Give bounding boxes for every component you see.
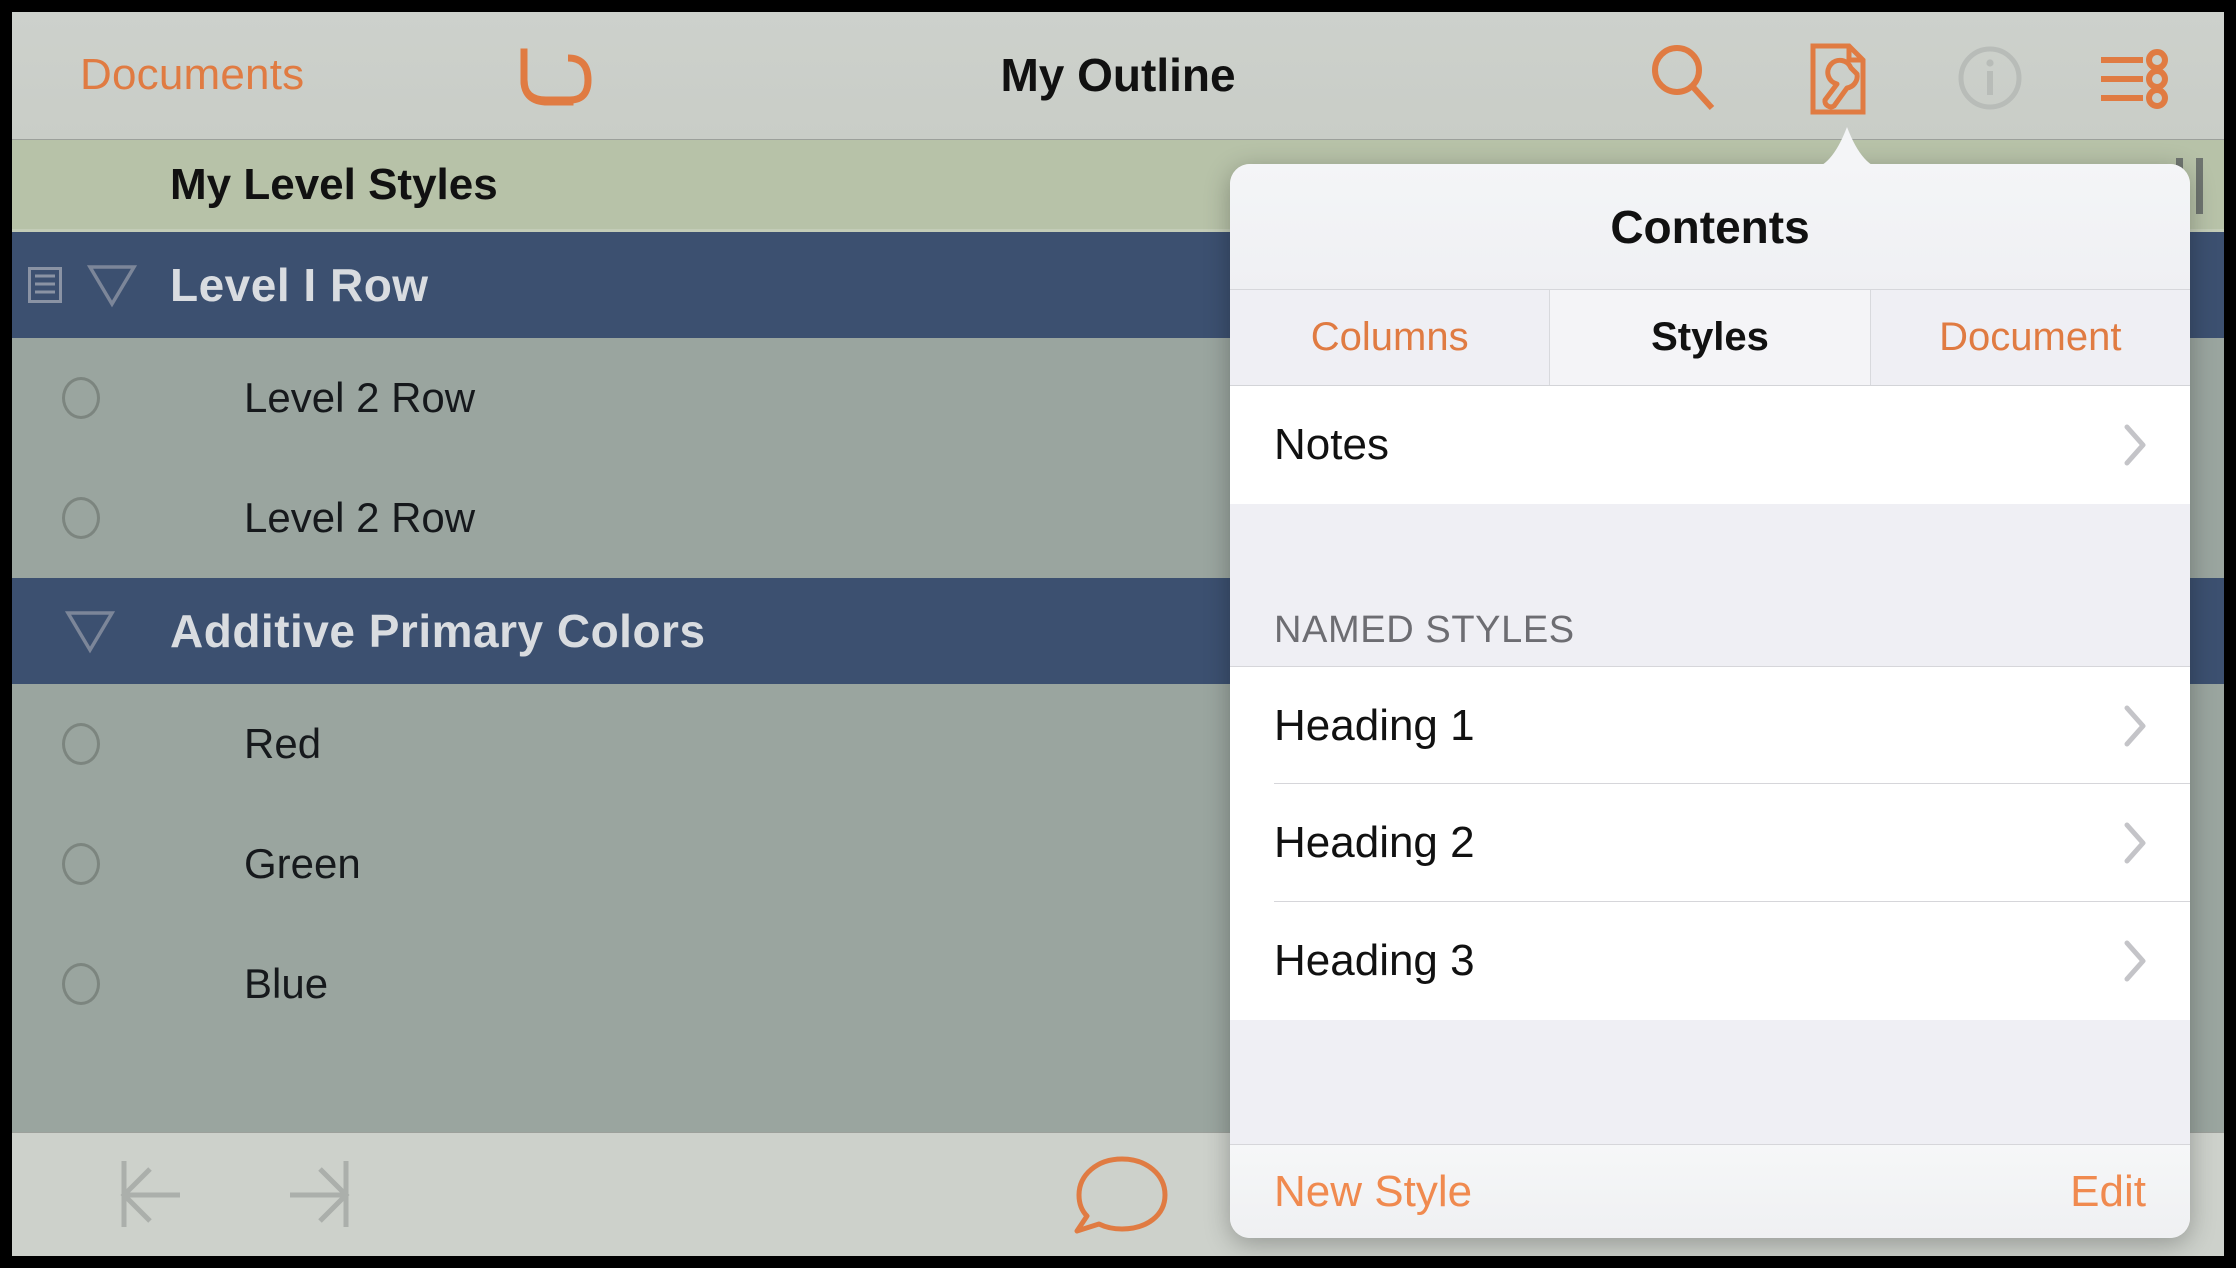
- info-button[interactable]: [1950, 38, 2030, 118]
- document-wrench-icon: [1810, 43, 1866, 115]
- indent-arrow-icon: [290, 1161, 350, 1227]
- comment-button[interactable]: [1067, 1153, 1177, 1234]
- outline-row-label: Red: [244, 720, 322, 767]
- styles-list[interactable]: Notes NAMED STYLES Heading 1 Heading 2 H…: [1230, 386, 2190, 1144]
- popover-header: Contents: [1230, 164, 2190, 290]
- chevron-right-icon: [2124, 940, 2146, 982]
- list-settings-icon: [2101, 49, 2168, 109]
- outline-row-label: Level 2 Row: [244, 374, 476, 421]
- list-item-notes[interactable]: Notes: [1230, 386, 2190, 504]
- list-item-heading-3[interactable]: Heading 3: [1230, 902, 2190, 1020]
- tab-columns[interactable]: Columns: [1230, 290, 1551, 385]
- note-lines-icon[interactable]: [28, 267, 62, 303]
- outline-row-label: Level 2 Row: [244, 494, 476, 541]
- popover-title: Contents: [1610, 200, 1810, 253]
- outline-row-label: Level I Row: [170, 259, 429, 311]
- popover-tab-bar: Columns Styles Document: [1230, 290, 2190, 386]
- disclosure-triangle-down-icon[interactable]: [86, 262, 138, 308]
- chevron-right-icon: [2124, 822, 2146, 864]
- list-item-heading-1[interactable]: Heading 1: [1230, 666, 2190, 784]
- search-icon: [1652, 45, 1715, 111]
- indent-button[interactable]: [252, 1155, 362, 1233]
- view-options-button[interactable]: [2095, 38, 2175, 118]
- list-item-label: Heading 2: [1274, 818, 1475, 867]
- circle-bullet-icon[interactable]: [62, 843, 100, 885]
- new-style-button[interactable]: New Style: [1274, 1167, 1472, 1217]
- circle-bullet-icon[interactable]: [62, 963, 100, 1005]
- popover-arrow-icon: [1809, 127, 1885, 169]
- list-item-heading-2[interactable]: Heading 2: [1230, 784, 2190, 902]
- search-button[interactable]: [1644, 38, 1724, 118]
- outline-row-label: Green: [244, 840, 361, 887]
- page-title: My Outline: [1000, 49, 1236, 101]
- chevron-right-icon: [2124, 705, 2146, 746]
- circle-bullet-icon[interactable]: [62, 723, 100, 765]
- top-toolbar: Documents My Outline: [12, 12, 2224, 140]
- tab-styles[interactable]: Styles: [1550, 290, 1871, 385]
- contents-popover: Contents Columns Styles Document Notes N…: [1230, 164, 2190, 1238]
- list-item-label: Heading 3: [1274, 936, 1475, 985]
- contents-button[interactable]: [1797, 38, 1877, 118]
- chevron-right-icon: [2124, 424, 2146, 466]
- outline-row-label: Blue: [244, 960, 329, 1007]
- info-circle-icon: [1958, 46, 2022, 110]
- outdent-button[interactable]: [108, 1155, 218, 1233]
- outline-row-label: Additive Primary Colors: [170, 605, 706, 657]
- edit-button[interactable]: Edit: [2070, 1167, 2146, 1217]
- app-screen: Documents My Outline My Level Styles Lev…: [12, 12, 2224, 1256]
- column-header-label: My Level Styles: [170, 159, 498, 209]
- section-header-named-styles: NAMED STYLES: [1230, 580, 2190, 666]
- list-item-label: Heading 1: [1274, 700, 1475, 750]
- outdent-arrow-icon: [120, 1161, 180, 1227]
- list-section-gap: [1230, 504, 2190, 580]
- disclosure-triangle-down-icon[interactable]: [64, 608, 116, 654]
- circle-bullet-icon[interactable]: [62, 497, 100, 539]
- list-item-label: Notes: [1274, 420, 1389, 469]
- tab-document[interactable]: Document: [1871, 290, 2190, 385]
- popover-footer: New Style Edit: [1230, 1144, 2190, 1238]
- circle-bullet-icon[interactable]: [62, 377, 100, 419]
- speech-bubble-icon: [1074, 1156, 1168, 1234]
